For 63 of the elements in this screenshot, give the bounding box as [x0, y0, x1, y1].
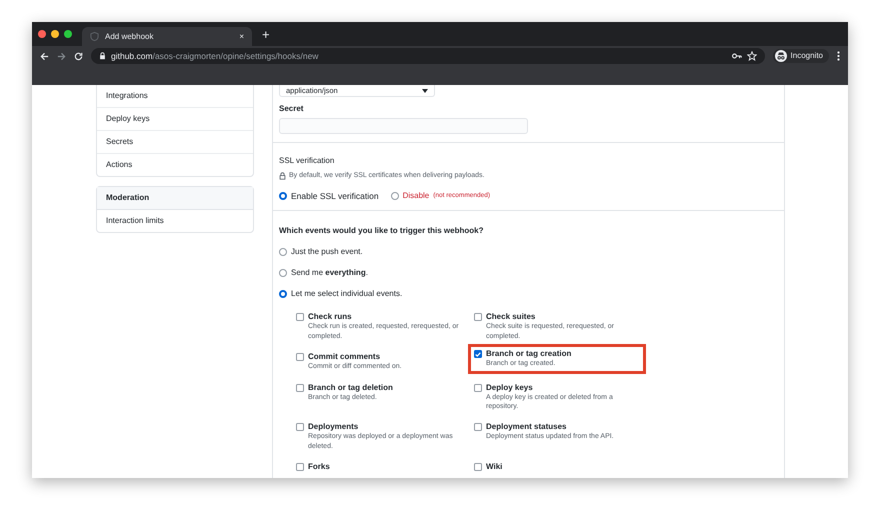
secret-input-field[interactable] [279, 118, 528, 134]
secret-label: Secret [279, 103, 304, 115]
lock-icon [99, 52, 106, 60]
radio-label: Disable [402, 190, 430, 202]
event-title: Check suites [486, 312, 536, 322]
event-title: Commit comments [308, 352, 382, 362]
forward-icon[interactable] [57, 52, 66, 60]
radio-button[interactable] [279, 192, 287, 200]
checkbox[interactable] [296, 463, 304, 472]
minimize-window-icon[interactable] [51, 30, 59, 38]
event-title: Forks [308, 462, 330, 472]
check-icon [475, 352, 481, 357]
new-tab-button[interactable]: + [258, 28, 274, 40]
sidebar-item[interactable]: Secrets [97, 131, 253, 154]
events-question: Which events would you like to trigger this webhook? [279, 225, 484, 238]
key-icon[interactable] [732, 52, 742, 60]
sidebar-heading: Moderation [97, 187, 253, 210]
sidebar-item[interactable]: Interaction limits [97, 210, 253, 232]
event-title: Branch or tag deletion [308, 382, 393, 393]
event-title: Wiki [486, 462, 502, 472]
radio-button[interactable] [279, 248, 287, 256]
url-text: github.com/asos-craigmorten/opine/settings/hooks/new [111, 50, 318, 62]
menu-icon[interactable] [837, 51, 840, 61]
reload-icon[interactable] [74, 52, 83, 60]
browser-tab[interactable]: Add webhook × [82, 27, 252, 46]
sidebar-item[interactable]: Actions [97, 154, 253, 176]
star-icon[interactable] [746, 51, 757, 61]
radio-label: Send me everything. [291, 267, 368, 280]
sidebar-item[interactable]: Integrations [97, 85, 253, 108]
radio-button[interactable] [390, 192, 399, 200]
address-bar[interactable]: github.com/asos-craigmorten/opine/settings/hooks/new [91, 48, 765, 64]
checkbox[interactable] [296, 384, 304, 392]
checkbox[interactable] [474, 384, 482, 392]
event-title: Check runs [308, 312, 353, 322]
event-title: Deployments [308, 422, 360, 432]
sidebar-item[interactable]: Deploy keys [97, 108, 253, 131]
section-title: SSL verification [279, 155, 336, 167]
checkbox[interactable] [474, 463, 482, 472]
event-title: Deploy keys [486, 382, 534, 393]
event-title: Branch or tag creation [486, 349, 572, 360]
checkbox[interactable] [296, 423, 304, 432]
incognito-icon [774, 50, 787, 62]
back-icon[interactable] [40, 52, 49, 60]
caret-icon [422, 88, 428, 92]
tab-title: Add webhook [105, 30, 154, 42]
checkbox[interactable] [474, 313, 482, 322]
checkbox[interactable] [296, 353, 304, 362]
checkbox[interactable] [474, 423, 482, 432]
radio-label: Let me select individual events. [291, 288, 402, 300]
radio-label: Enable SSL verification [291, 190, 379, 202]
lock-icon [279, 172, 286, 180]
profile-label: Incognito [790, 50, 823, 62]
close-tab-button[interactable]: × [239, 30, 244, 42]
close-window-icon[interactable] [38, 30, 46, 38]
incognito-profile[interactable]: Incognito [772, 49, 829, 63]
maximize-window-icon[interactable] [64, 30, 72, 38]
event-title: Deployment statuses [486, 422, 568, 432]
checkbox[interactable] [474, 350, 482, 358]
radio-button[interactable] [279, 290, 287, 298]
radio-label: Just the push event. [291, 246, 363, 258]
radio-button[interactable] [279, 269, 287, 278]
checkbox[interactable] [296, 313, 304, 322]
shield-icon [90, 32, 99, 41]
